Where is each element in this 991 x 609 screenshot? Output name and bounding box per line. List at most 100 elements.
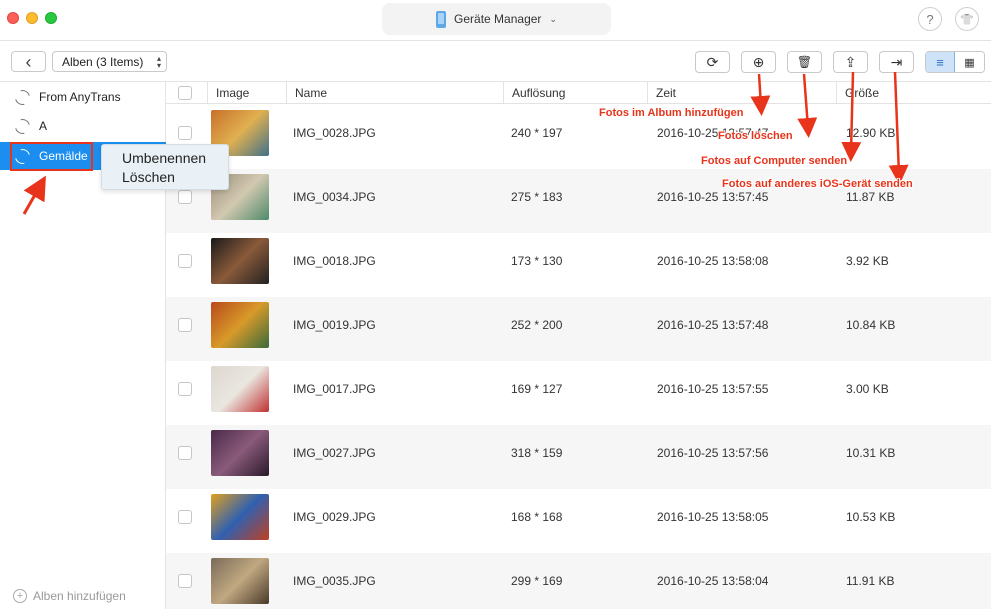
album-select-value: Alben (3 Items)	[62, 54, 144, 69]
table-header: Image Name Auflösung Zeit Größe	[166, 82, 991, 104]
photo-resolution: 252 * 200	[511, 318, 563, 332]
row-checkbox[interactable]	[178, 254, 192, 268]
photo-name: IMG_0028.JPG	[293, 126, 376, 140]
trash-icon: 🗑	[796, 55, 813, 69]
sidebar-item-from-anytrans[interactable]: From AnyTrans	[0, 83, 166, 111]
photo-name: IMG_0029.JPG	[293, 510, 376, 524]
chevron-left-icon: ‹	[25, 51, 32, 72]
sidebar-item-label: A	[39, 119, 48, 133]
send-to-device-icon: ⇥	[890, 53, 903, 70]
sync-icon	[12, 86, 33, 108]
plus-circle-icon: +	[13, 589, 27, 603]
photo-size: 10.84 KB	[846, 318, 896, 332]
table-row[interactable]: IMG_0029.JPG 168 * 168 2016-10-25 13:58:05…	[166, 489, 991, 553]
photo-thumbnail[interactable]	[211, 494, 269, 540]
delete-photos-button[interactable]: 🗑	[787, 51, 822, 73]
send-to-computer-button[interactable]: ⇪	[833, 51, 868, 73]
select-all-checkbox[interactable]	[178, 86, 192, 100]
send-to-computer-icon: ⇪	[844, 53, 857, 70]
photo-name: IMG_0019.JPG	[293, 318, 376, 332]
annotation-add-photos: Fotos im Album hinzufügen	[599, 107, 744, 119]
annotation-send-ios: Fotos auf anderes iOS-Gerät senden	[722, 178, 913, 190]
photo-time: 2016-10-25 13:58:04	[657, 574, 769, 588]
table-row[interactable]: IMG_0018.JPG 173 * 130 2016-10-25 13:58:08…	[166, 233, 991, 297]
table-row[interactable]: IMG_0035.JPG 299 * 169 2016-10-25 13:58:04…	[166, 553, 991, 609]
column-header-size[interactable]: Größe	[836, 82, 991, 104]
context-menu-delete[interactable]: Löschen	[122, 168, 228, 187]
photo-name: IMG_0035.JPG	[293, 574, 376, 588]
table-row[interactable]: IMG_0028.JPG 240 * 197 2016-10-25 13:57:47…	[166, 105, 991, 169]
row-checkbox[interactable]	[178, 318, 192, 332]
row-checkbox[interactable]	[178, 190, 192, 204]
close-window-button[interactable]	[7, 12, 19, 24]
sidebar-item-a[interactable]: A	[0, 112, 166, 140]
photo-resolution: 299 * 169	[511, 574, 563, 588]
device-manager-selector[interactable]: Geräte Manager ⌄	[382, 3, 611, 35]
row-checkbox[interactable]	[178, 446, 192, 460]
add-album-label: Alben hinzufügen	[33, 589, 126, 603]
back-button[interactable]: ‹	[11, 51, 46, 72]
photo-thumbnail[interactable]	[211, 430, 269, 476]
photo-table: Image Name Auflösung Zeit Größe IMG_0028…	[166, 82, 991, 609]
photo-resolution: 173 * 130	[511, 254, 563, 268]
photo-name: IMG_0017.JPG	[293, 382, 376, 396]
help-button[interactable]: ?	[918, 7, 942, 31]
updown-chevron-icon: ▴ ▾	[156, 53, 161, 70]
zoom-window-button[interactable]	[45, 12, 57, 24]
skin-button[interactable]: 👕	[955, 7, 979, 31]
photo-thumbnail[interactable]	[211, 558, 269, 604]
photo-name: IMG_0034.JPG	[293, 190, 376, 204]
row-checkbox[interactable]	[178, 126, 192, 140]
photo-time: 2016-10-25 13:58:05	[657, 510, 769, 524]
photo-size: 12.90 KB	[846, 126, 896, 140]
album-select[interactable]: Alben (3 Items) ▴ ▾	[52, 51, 167, 72]
context-menu: Umbenennen Löschen	[101, 144, 229, 190]
device-manager-label: Geräte Manager	[454, 12, 542, 26]
table-row[interactable]: IMG_0017.JPG 169 * 127 2016-10-25 13:57:55…	[166, 361, 991, 425]
photo-size: 3.00 KB	[846, 382, 889, 396]
minimize-window-button[interactable]	[26, 12, 38, 24]
photo-thumbnail[interactable]	[211, 366, 269, 412]
photo-name: IMG_0018.JPG	[293, 254, 376, 268]
annotation-highlight-box	[10, 142, 93, 171]
select-all-header	[166, 82, 206, 104]
grid-icon: ▦	[964, 56, 975, 69]
toolbar: ‹ Alben (3 Items) ▴ ▾ ⟳ ⊕ 🗑 ⇪ ⇥ ≡ ▦	[0, 42, 991, 82]
column-header-name[interactable]: Name	[286, 82, 503, 104]
refresh-icon: ⟳	[706, 53, 719, 70]
column-header-time[interactable]: Zeit	[647, 82, 836, 104]
row-checkbox[interactable]	[178, 574, 192, 588]
refresh-button[interactable]: ⟳	[695, 51, 730, 73]
column-header-image[interactable]: Image	[207, 82, 286, 104]
list-icon: ≡	[936, 54, 944, 70]
photo-resolution: 168 * 168	[511, 510, 563, 524]
title-bar: Geräte Manager ⌄ ? 👕	[0, 0, 991, 41]
row-checkbox[interactable]	[178, 382, 192, 396]
add-photos-button[interactable]: ⊕	[741, 51, 776, 73]
annotation-send-computer: Fotos auf Computer senden	[701, 155, 848, 167]
send-to-device-button[interactable]: ⇥	[879, 51, 914, 73]
photo-size: 10.31 KB	[846, 446, 896, 460]
grid-view-button[interactable]: ▦	[955, 52, 984, 72]
context-menu-rename[interactable]: Umbenennen	[122, 149, 228, 168]
photo-time: 2016-10-25 13:57:55	[657, 382, 769, 396]
list-view-button[interactable]: ≡	[926, 52, 956, 72]
photo-thumbnail[interactable]	[211, 238, 269, 284]
table-row[interactable]: IMG_0019.JPG 252 * 200 2016-10-25 13:57:48…	[166, 297, 991, 361]
row-checkbox[interactable]	[178, 510, 192, 524]
photo-thumbnail[interactable]	[211, 302, 269, 348]
photo-time: 2016-10-25 13:57:56	[657, 446, 769, 460]
table-row[interactable]: IMG_0027.JPG 318 * 159 2016-10-25 13:57:56…	[166, 425, 991, 489]
column-header-resolution[interactable]: Auflösung	[503, 82, 647, 104]
photo-size: 11.91 KB	[846, 574, 895, 588]
shirt-icon: 👕	[960, 13, 974, 26]
photo-time: 2016-10-25 13:58:08	[657, 254, 769, 268]
phone-icon	[436, 10, 447, 28]
app-window: Geräte Manager ⌄ ? 👕 ‹ Alben (3 Items) ▴…	[0, 0, 991, 609]
photo-size: 3.92 KB	[846, 254, 889, 268]
photo-resolution: 169 * 127	[511, 382, 563, 396]
help-icon: ?	[926, 11, 934, 27]
photo-size: 10.53 KB	[846, 510, 896, 524]
sidebar-item-label: From AnyTrans	[39, 90, 121, 104]
add-album-button[interactable]: + Alben hinzufügen	[13, 589, 126, 603]
